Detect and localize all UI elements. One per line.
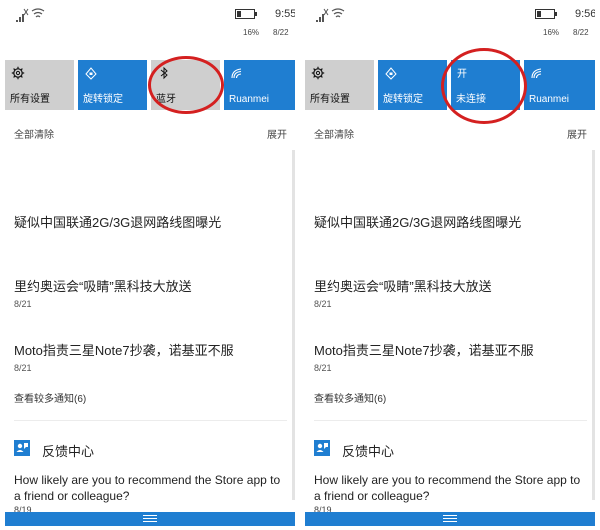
news-title: 里约奥运会“吸睛”黑科技大放送 (14, 279, 192, 294)
action-center-after: 9:56 16% 8/22 所有设置 旋转锁定 开 未连接 Ruanmei 全部… (305, 0, 595, 530)
news-title: 疑似中国联通2G/3G退网路线图曝光 (314, 215, 522, 230)
tile-label: 旋转锁定 (383, 94, 423, 105)
news-item[interactable]: Moto指责三星Note7抄袭，诺基亚不服 8/21 (314, 340, 587, 373)
notification-actions: 全部清除 展开 (14, 126, 295, 141)
rotation-lock-icon (85, 67, 97, 80)
tile-label: 所有设置 (310, 94, 350, 105)
tile-wifi[interactable]: Ruanmei (224, 60, 295, 110)
notification-actions: 全部清除 展开 (314, 126, 595, 141)
news-item[interactable]: 里约奥运会“吸睛”黑科技大放送 8/21 (14, 276, 287, 309)
divider (14, 420, 287, 421)
feedback-question[interactable]: How likely are you to recommend the Stor… (314, 472, 587, 504)
clear-all-button[interactable]: 全部清除 (14, 130, 54, 141)
clear-all-button[interactable]: 全部清除 (314, 130, 354, 141)
divider (314, 420, 587, 421)
status-bar: 9:55 16% 8/22 (5, 0, 295, 48)
signal-icon (316, 8, 345, 22)
news-date: 8/21 (314, 363, 332, 373)
scrollbar[interactable] (592, 150, 595, 500)
news-item[interactable]: 疑似中国联通2G/3G退网路线图曝光 (314, 212, 587, 231)
feedback-hub-icon (14, 440, 30, 456)
feedback-hub-icon (314, 440, 330, 456)
feedback-hub-title: 反馈中心 (342, 444, 395, 459)
scrollbar[interactable] (292, 150, 295, 500)
news-date: 8/21 (314, 299, 332, 309)
battery-icon (235, 9, 257, 19)
annotation-circle (148, 56, 224, 114)
tile-rotation-lock[interactable]: 旋转锁定 (78, 60, 147, 110)
clock: 9:56 (575, 8, 595, 20)
expand-button[interactable]: 展开 (267, 126, 287, 141)
signal-icon (16, 8, 45, 22)
tile-all-settings[interactable]: 所有设置 (5, 60, 74, 110)
status-bar: 9:56 16% 8/22 (305, 0, 595, 48)
grip-icon (143, 515, 157, 524)
news-title: 疑似中国联通2G/3G退网路线图曝光 (14, 215, 222, 230)
news-item[interactable]: 疑似中国联通2G/3G退网路线图曝光 (14, 212, 287, 231)
status-date: 8/22 (573, 28, 589, 37)
tile-label: 旋转锁定 (83, 94, 123, 105)
battery-percent: 16% (243, 28, 260, 37)
annotation-circle (441, 48, 527, 124)
bottom-handle-bar[interactable] (5, 512, 295, 526)
see-more-notifications[interactable]: 查看较多通知(6) (314, 390, 386, 405)
tile-label: Ruanmei (529, 94, 570, 105)
clock: 9:55 (275, 8, 295, 20)
news-item[interactable]: 里约奥运会“吸睛”黑科技大放送 8/21 (314, 276, 587, 309)
feedback-question[interactable]: How likely are you to recommend the Stor… (14, 472, 287, 504)
tile-all-settings[interactable]: 所有设置 (305, 60, 374, 110)
news-title: Moto指责三星Note7抄袭，诺基亚不服 (14, 343, 234, 358)
news-date: 8/21 (14, 363, 32, 373)
action-center-before: 9:55 16% 8/22 所有设置 旋转锁定 蓝牙 Ruanmei 全部清除 … (5, 0, 295, 530)
gear-icon (11, 66, 25, 80)
tile-label: Ruanmei (229, 94, 270, 105)
battery-icon (535, 9, 557, 19)
grip-icon (443, 515, 457, 524)
battery-percent: 16% (543, 28, 560, 37)
news-item[interactable]: Moto指责三星Note7抄袭，诺基亚不服 8/21 (14, 340, 287, 373)
see-more-notifications[interactable]: 查看较多通知(6) (14, 390, 86, 405)
wifi-icon (231, 68, 242, 79)
bottom-handle-bar[interactable] (305, 512, 595, 526)
news-title: Moto指责三星Note7抄袭，诺基亚不服 (314, 343, 534, 358)
expand-button[interactable]: 展开 (567, 126, 587, 141)
news-date: 8/21 (14, 299, 32, 309)
rotation-lock-icon (385, 67, 397, 80)
tile-wifi[interactable]: Ruanmei (524, 60, 595, 110)
tile-rotation-lock[interactable]: 旋转锁定 (378, 60, 447, 110)
status-date: 8/22 (273, 28, 289, 37)
gear-icon (311, 66, 325, 80)
tile-label: 所有设置 (10, 94, 50, 105)
news-title: 里约奥运会“吸睛”黑科技大放送 (314, 279, 492, 294)
wifi-icon (531, 68, 542, 79)
feedback-hub-title: 反馈中心 (42, 444, 95, 459)
